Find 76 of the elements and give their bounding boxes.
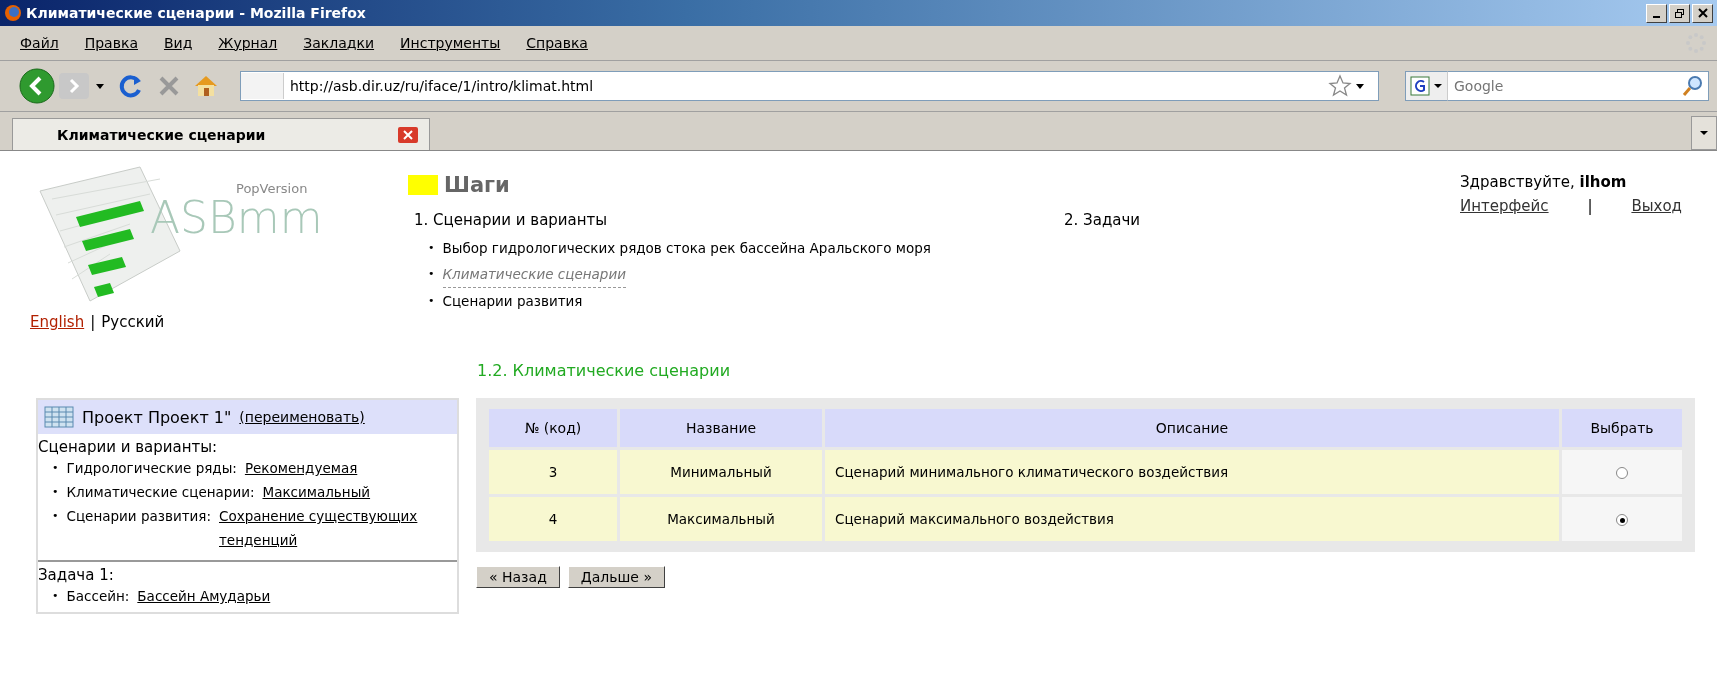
url-text: http://asb.dir.uz/ru/iface/1/intro/klimat.html — [290, 78, 595, 94]
table-cell: Сценарий максимального воздействия — [825, 497, 1559, 541]
step-item[interactable]: Климатические сценарии — [442, 261, 626, 288]
list-bullet: • — [428, 266, 435, 282]
menu-item[interactable]: Вид — [163, 35, 193, 51]
list-bullet: • — [428, 240, 435, 256]
column-header: Название — [620, 409, 822, 447]
address-bar[interactable]: http://asb.dir.uz/ru/iface/1/intro/klimat.html — [240, 71, 1379, 101]
minimize-button[interactable] — [1646, 3, 1667, 23]
item-value-link[interactable]: Бассейн Амударьи — [137, 584, 457, 608]
menu-item[interactable]: Справка — [526, 35, 588, 51]
column-header: Выбрать — [1562, 409, 1682, 447]
browser-logo-icon — [4, 4, 22, 22]
back-button-icon[interactable] — [18, 67, 56, 105]
close-icon — [1697, 8, 1708, 18]
menu-item[interactable]: Закладки — [303, 35, 375, 51]
language-link[interactable]: English — [30, 313, 85, 331]
window-title: Климатические сценарии - Mozilla Firefox — [26, 5, 367, 21]
item-label: Сценарии развития: — [66, 507, 211, 526]
caret-icon — [1700, 130, 1708, 136]
column-header: Описание — [825, 409, 1559, 447]
greeting-text: Здравствуйте, ilhom — [1460, 173, 1628, 191]
language-link[interactable]: Русский — [101, 313, 165, 331]
item-label: Бассейн: — [66, 587, 130, 606]
separator-text: | — [90, 313, 96, 331]
item-value-link[interactable]: Сохранение существующих тенденций — [219, 504, 457, 552]
list-bullet: • — [52, 508, 59, 524]
list-bullet: • — [52, 588, 59, 604]
search-field[interactable]: Google — [1448, 71, 1709, 101]
separator-text: | — [1587, 197, 1593, 215]
google-icon — [1410, 76, 1430, 96]
table-cell: Минимальный — [620, 450, 822, 494]
user-link[interactable]: Интерфейс — [1460, 197, 1549, 215]
step-heading: 1. Сценарии и варианты — [414, 211, 609, 229]
step-item[interactable]: Сценарии развития — [442, 288, 583, 314]
table-cell: 3 — [489, 450, 617, 494]
table-cell: 4 — [489, 497, 617, 541]
close-tab-icon[interactable] — [397, 125, 419, 144]
group-heading: Сценарии и варианты: — [38, 438, 219, 456]
star-icon[interactable] — [1328, 74, 1352, 98]
close-button[interactable] — [1692, 3, 1713, 23]
project-title: Проект Проект 1" — [82, 407, 232, 427]
radio-button[interactable] — [1616, 514, 1628, 526]
minimize-icon — [1653, 15, 1660, 18]
menu-item[interactable]: Журнал — [218, 35, 278, 51]
nav-button[interactable]: Дальше » — [567, 566, 665, 588]
menu-item[interactable]: Инструменты — [400, 35, 501, 51]
restore-icon — [1674, 7, 1685, 19]
list-bullet: • — [52, 460, 59, 476]
radio-button[interactable] — [1616, 467, 1628, 479]
table-cell: Сценарий минимального климатического воздействия — [825, 450, 1559, 494]
table-icon — [44, 406, 74, 428]
rename-link[interactable]: (переименовать) — [239, 409, 365, 425]
step-marker-icon — [408, 175, 438, 195]
group-heading: Задача 1: — [38, 566, 115, 584]
item-label: Климатические сценарии: — [66, 483, 255, 502]
restore-button[interactable] — [1669, 3, 1690, 23]
item-label: Гидрологические ряды: — [66, 459, 237, 478]
item-value-link[interactable]: Максимальный — [262, 480, 457, 504]
step-item[interactable]: Выбор гидрологических рядов стока рек бассейна Аральского моря — [442, 235, 931, 261]
logo-drawing: PopVersion ASBmm — [30, 161, 360, 311]
section-title: 1.2. Климатические сценарии — [477, 361, 732, 380]
user-link[interactable]: Выход — [1631, 197, 1682, 215]
menu-item[interactable]: Правка — [84, 35, 138, 51]
search-engine-button[interactable] — [1405, 71, 1448, 101]
menu-item[interactable]: Файл — [20, 35, 59, 51]
item-value-link[interactable]: Рекомендуемая — [244, 456, 457, 480]
nav-button[interactable]: « Назад — [476, 566, 560, 588]
column-header: № (код) — [489, 409, 617, 447]
list-bullet: • — [428, 293, 435, 309]
browser-tab[interactable]: Климатические сценарии — [12, 118, 430, 150]
tab-list-button[interactable] — [1691, 116, 1717, 150]
step-heading: 2. Задачи — [1064, 211, 1142, 229]
list-bullet: • — [52, 484, 59, 500]
steps-heading: Шаги — [444, 173, 510, 197]
table-cell: Максимальный — [620, 497, 822, 541]
